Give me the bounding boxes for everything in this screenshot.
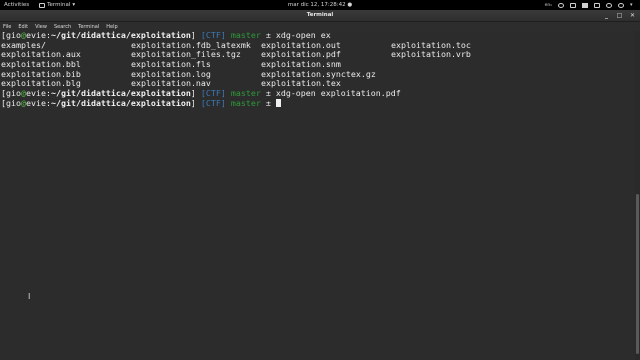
window-titlebar[interactable]: Terminal _ □ ✕: [0, 10, 640, 22]
prompt-host: evie: [26, 30, 46, 40]
window-title: Terminal: [306, 12, 334, 18]
menu-edit[interactable]: Edit: [18, 24, 28, 30]
chevron-down-icon: ▾: [72, 2, 76, 8]
notification-dot-icon: ●: [347, 2, 353, 8]
volume-icon[interactable]: [570, 2, 576, 8]
prompt-line-active[interactable]: [gio@evie:~/git/didattica/exploitation] …: [1, 97, 635, 109]
prompt-user: gio: [6, 97, 21, 108]
app-menu-label: Terminal: [47, 2, 71, 8]
prompt-symbol: ±: [265, 97, 271, 108]
prompt-path: ~/git/didattica/exploitation: [50, 97, 191, 108]
keyboard-layout-indicator[interactable]: en₁: [545, 3, 552, 8]
prompt-ctf-tag: [CTF]: [200, 97, 226, 108]
prompt-git-branch: master: [230, 97, 261, 108]
prompt-user: gio: [6, 30, 21, 40]
clock[interactable]: mar dic 12, 17:28:42: [288, 2, 346, 8]
prompt-host: evie: [26, 88, 46, 99]
menu-help[interactable]: Help: [106, 24, 117, 30]
prompt-path: ~/git/didattica/exploitation: [50, 30, 191, 40]
prompt-path: ~/git/didattica/exploitation: [50, 88, 191, 99]
command-text: xdg-open exploitation.pdf: [275, 88, 401, 99]
maximize-button[interactable]: □: [616, 12, 623, 19]
top-bar: Activities Terminal ▾ mar dic 12, 17:28:…: [0, 0, 640, 10]
mouse-ibeam-cursor: I: [28, 292, 31, 301]
close-button[interactable]: ✕: [629, 12, 636, 19]
network-icon[interactable]: [558, 2, 564, 8]
scrollbar-thumb[interactable]: [636, 194, 639, 354]
minimize-button[interactable]: _: [603, 12, 610, 19]
prompt-symbol: ±: [265, 30, 271, 40]
prompt-git-branch: master: [230, 30, 261, 40]
completion-item: [391, 79, 521, 89]
menu-file[interactable]: File: [3, 24, 11, 30]
user-icon[interactable]: [606, 2, 612, 8]
terminal-scrollbar[interactable]: [635, 31, 640, 360]
terminal-app-icon: [39, 2, 46, 8]
prompt-bracket-close: ]: [190, 30, 196, 40]
activities-button[interactable]: Activities: [4, 2, 29, 8]
prompt-git-branch: master: [230, 88, 261, 99]
app-menu[interactable]: Terminal ▾: [39, 2, 75, 8]
menu-terminal[interactable]: Terminal: [78, 24, 99, 30]
window-controls: _ □ ✕: [603, 12, 636, 19]
text-cursor: [275, 98, 281, 107]
prompt-bracket-close: ]: [190, 88, 196, 99]
terminal-output[interactable]: [gio@evie:~/git/didattica/exploitation] …: [0, 30, 635, 360]
prompt-ctf-tag: [CTF]: [200, 30, 226, 40]
prompt-ctf-tag: [CTF]: [200, 88, 226, 99]
prompt-symbol: ±: [265, 88, 271, 99]
menu-caret-icon[interactable]: ▾: [630, 2, 636, 8]
prompt-user: gio: [6, 88, 21, 99]
screenshot-icon[interactable]: [582, 2, 588, 8]
menu-view[interactable]: View: [35, 24, 47, 30]
command-text: xdg-open ex: [275, 30, 331, 40]
prompt-bracket-close: ]: [190, 97, 196, 108]
completion-item: exploitation.vrb: [391, 49, 471, 60]
completion-item: [391, 60, 521, 70]
prompt-host: evie: [26, 97, 46, 108]
completion-list: examples/ exploitation.fdb_latexmk explo…: [1, 40, 635, 89]
system-tray[interactable]: en₁ ▾: [545, 0, 636, 10]
completion-item: [391, 70, 521, 80]
power-icon[interactable]: [618, 2, 624, 8]
display-icon[interactable]: [594, 2, 600, 8]
menu-search[interactable]: Search: [54, 24, 71, 30]
